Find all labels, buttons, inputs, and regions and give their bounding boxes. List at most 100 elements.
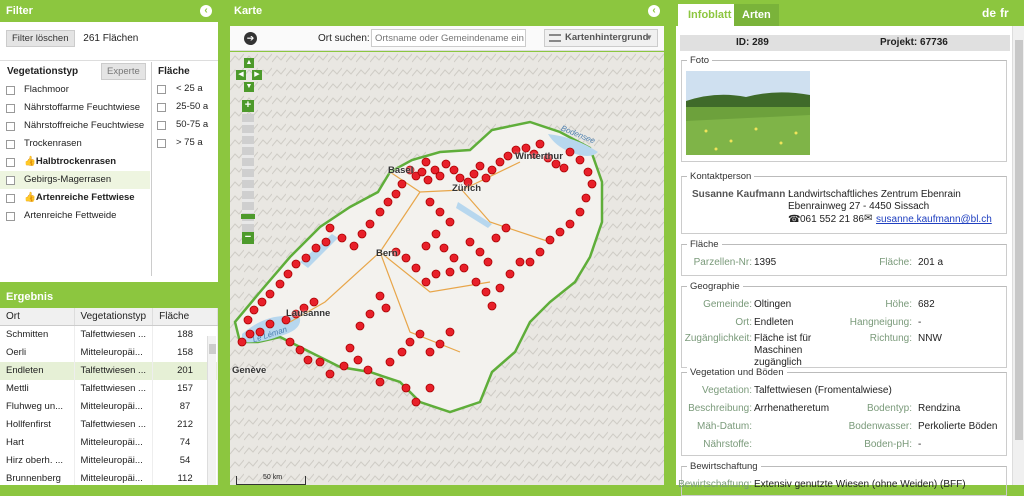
map-marker[interactable] <box>417 167 427 177</box>
map-marker[interactable] <box>581 193 591 203</box>
map-marker[interactable] <box>445 267 455 277</box>
table-row[interactable]: Hart Mitteleuropäi... 74 <box>0 433 218 452</box>
map-marker[interactable] <box>397 179 407 189</box>
map-marker[interactable] <box>545 235 555 245</box>
checkbox[interactable] <box>6 140 15 149</box>
map-marker[interactable] <box>449 165 459 175</box>
checkbox[interactable] <box>157 121 166 130</box>
map-marker[interactable] <box>491 233 501 243</box>
col-vegetationstyp[interactable]: Vegetationstyp <box>74 308 154 326</box>
map-marker[interactable] <box>353 355 363 365</box>
col-ort[interactable]: Ort <box>0 308 75 326</box>
map-marker[interactable] <box>587 179 597 189</box>
map-marker[interactable] <box>375 291 385 301</box>
locate-icon[interactable]: ➔ <box>244 32 257 45</box>
map-marker[interactable] <box>431 269 441 279</box>
map-marker[interactable] <box>365 219 375 229</box>
map-marker[interactable] <box>421 241 431 251</box>
pan-right-icon[interactable]: ▶ <box>252 70 262 80</box>
veg-item-halbtrockenrasen[interactable]: 👍Halbtrockenrasen <box>0 153 150 171</box>
map-marker[interactable] <box>301 253 311 263</box>
checkbox[interactable] <box>6 176 15 185</box>
collapse-left-icon[interactable]: ‹ <box>200 5 212 17</box>
map-marker[interactable] <box>237 337 247 347</box>
map-marker[interactable] <box>575 155 585 165</box>
zoom-in-button[interactable]: + <box>242 100 254 112</box>
expert-button[interactable]: Experte <box>101 63 146 80</box>
map-marker[interactable] <box>483 257 493 267</box>
map-marker[interactable] <box>583 167 593 177</box>
pan-control[interactable]: ▲ ◀ ▶ ▼ <box>236 58 262 96</box>
map-marker[interactable] <box>401 253 411 263</box>
map-marker[interactable] <box>421 157 431 167</box>
map-marker[interactable] <box>505 269 515 279</box>
map-marker[interactable] <box>465 237 475 247</box>
map-marker[interactable] <box>469 169 479 179</box>
map-marker[interactable] <box>495 283 505 293</box>
map-marker[interactable] <box>321 237 331 247</box>
map-marker[interactable] <box>435 171 445 181</box>
map-marker[interactable] <box>501 223 511 233</box>
clear-filter-button[interactable]: Filter löschen <box>6 30 75 47</box>
map-marker[interactable] <box>391 189 401 199</box>
map-marker[interactable] <box>475 161 485 171</box>
map-marker[interactable] <box>309 297 319 307</box>
veg-item-gebirgs[interactable]: Gebirgs-Magerrasen <box>0 171 150 189</box>
map-marker[interactable] <box>249 305 259 315</box>
veg-item-naehrstoffreiche[interactable]: Nährstoffreiche Feuchtwiese <box>0 117 150 135</box>
table-row[interactable]: Hollfenfirst Talfettwiesen ... 212 <box>0 415 218 434</box>
zoom-slider[interactable] <box>241 114 255 232</box>
map-marker[interactable] <box>565 147 575 157</box>
map-marker[interactable] <box>291 259 301 269</box>
map-marker[interactable] <box>325 223 335 233</box>
map-marker[interactable] <box>471 277 481 287</box>
map-marker[interactable] <box>385 357 395 367</box>
map-marker[interactable] <box>475 247 485 257</box>
area-item-50-75[interactable]: 50-75 a <box>152 116 218 134</box>
map-marker[interactable] <box>283 269 293 279</box>
map-marker[interactable] <box>425 383 435 393</box>
map-marker[interactable] <box>303 355 313 365</box>
map-marker[interactable] <box>503 151 513 161</box>
map-marker[interactable] <box>405 337 415 347</box>
map-marker[interactable] <box>311 243 321 253</box>
table-row[interactable]: Mettli Talfettwiesen ... 157 <box>0 379 218 398</box>
map-marker[interactable] <box>559 163 569 173</box>
map-marker[interactable] <box>265 319 275 329</box>
map-marker[interactable] <box>535 139 545 149</box>
map-marker[interactable] <box>365 309 375 319</box>
checkbox[interactable] <box>6 86 15 95</box>
map-marker[interactable] <box>455 173 465 183</box>
map-marker[interactable] <box>481 173 491 183</box>
col-flaeche[interactable]: Fläche <box>152 308 218 326</box>
map-marker[interactable] <box>481 287 491 297</box>
map-marker[interactable] <box>575 207 585 217</box>
map-marker[interactable] <box>435 339 445 349</box>
table-row[interactable]: Hirz oberh. ... Mitteleuropäi... 54 <box>0 451 218 470</box>
map-marker[interactable] <box>445 217 455 227</box>
map-marker[interactable] <box>357 229 367 239</box>
checkbox[interactable] <box>6 122 15 131</box>
checkbox[interactable] <box>157 139 166 148</box>
map-marker[interactable] <box>535 247 545 257</box>
table-row-selected[interactable]: Endleten Talfettwiesen ... 201 <box>0 361 218 380</box>
map-marker[interactable] <box>375 377 385 387</box>
map-marker[interactable] <box>411 263 421 273</box>
map-marker[interactable] <box>337 233 347 243</box>
table-row[interactable]: Brunnenberg Mitteleuropäi... 112 <box>0 469 218 485</box>
area-item-lt25[interactable]: < 25 a <box>152 80 218 98</box>
table-row[interactable]: Fluhweg un... Mitteleuropäi... 87 <box>0 397 218 416</box>
scrollbar-thumb[interactable] <box>209 344 216 354</box>
checkbox[interactable] <box>6 212 15 221</box>
map-marker[interactable] <box>445 327 455 337</box>
collapse-right-icon[interactable]: ‹ <box>648 5 660 17</box>
area-item-gt75[interactable]: > 75 a <box>152 134 218 152</box>
veg-item-naehrstoffarme[interactable]: Nährstoffarme Feuchtwiese <box>0 99 150 117</box>
map-marker[interactable] <box>325 369 335 379</box>
checkbox[interactable] <box>157 103 166 112</box>
map-marker[interactable] <box>401 383 411 393</box>
checkbox[interactable] <box>157 85 166 94</box>
map-marker[interactable] <box>275 279 285 289</box>
veg-item-flachmoor[interactable]: Flachmoor <box>0 81 150 99</box>
search-input[interactable] <box>371 29 526 47</box>
